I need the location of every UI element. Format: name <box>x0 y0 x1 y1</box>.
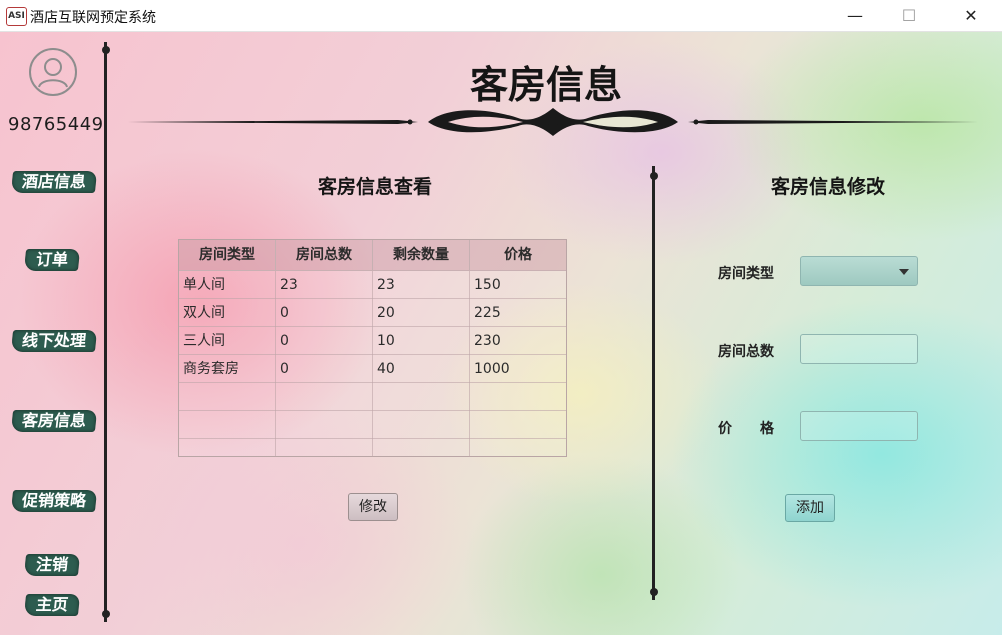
empty-cell <box>276 383 373 411</box>
column-header-room-total[interactable]: 房间总数 <box>276 240 373 270</box>
title-ornament <box>128 108 978 136</box>
column-header-price[interactable]: 价格 <box>470 240 566 270</box>
empty-cell <box>373 411 470 439</box>
room-total-label: 房间总数 <box>718 344 774 360</box>
column-header-remaining[interactable]: 剩余数量 <box>373 240 470 270</box>
table-header: 房间类型 房间总数 剩余数量 价格 <box>179 240 566 271</box>
table-row[interactable]: 单人间 23 23 150 <box>179 271 566 299</box>
empty-cell <box>179 411 276 439</box>
cell-remaining: 20 <box>373 299 470 327</box>
cell-remaining: 23 <box>373 271 470 299</box>
cell-price: 225 <box>474 305 501 321</box>
cell-room-type: 商务套房 <box>179 355 276 383</box>
chevron-down-icon <box>899 269 909 275</box>
nav-promotions[interactable]: 促销策略 <box>10 490 98 512</box>
add-button[interactable]: 添加 <box>785 494 835 522</box>
nav-orders[interactable]: 订单 <box>23 249 81 271</box>
sidebar-divider <box>104 42 107 622</box>
price-input[interactable] <box>800 411 918 441</box>
divider-ornament-dot <box>650 172 658 180</box>
cell-remaining: 10 <box>373 327 470 355</box>
divider-ornament-dot <box>650 588 658 596</box>
empty-cell <box>179 383 276 411</box>
table-row[interactable]: 双人间 0 20 225 <box>179 299 566 327</box>
user-avatar-icon <box>29 48 77 96</box>
room-total-input[interactable] <box>800 334 918 364</box>
cell-room-type: 三人间 <box>179 327 276 355</box>
table-row[interactable]: 商务套房 0 40 1000 <box>179 355 566 383</box>
window-title: 酒店互联网预定系统 <box>30 10 156 26</box>
edit-panel-title: 客房信息修改 <box>771 176 886 198</box>
cell-room-total: 0 <box>276 327 373 355</box>
room-info-table: 房间类型 房间总数 剩余数量 价格 单人间 23 23 150 双人间 0 20… <box>178 239 567 457</box>
app-icon: ASI <box>6 7 27 26</box>
table-row[interactable]: 三人间 0 10 230 <box>179 327 566 355</box>
empty-cell <box>373 439 470 457</box>
empty-cell <box>373 383 470 411</box>
user-id: 98765449 <box>8 114 104 135</box>
window-title-bar: ASI 酒店互联网预定系统 — ☐ ✕ <box>0 0 1002 32</box>
panel-divider <box>652 166 655 600</box>
cell-room-type: 双人间 <box>179 299 276 327</box>
cell-room-type: 单人间 <box>179 271 276 299</box>
empty-cell <box>179 439 276 457</box>
cell-price: 150 <box>474 277 501 293</box>
nav-hotel-info[interactable]: 酒店信息 <box>10 171 98 193</box>
view-panel-title: 客房信息查看 <box>318 176 433 198</box>
page-title: 客房信息 <box>470 62 623 107</box>
divider-ornament-dot <box>102 46 110 54</box>
minimize-button[interactable]: — <box>832 0 878 32</box>
maximize-button[interactable]: ☐ <box>886 0 932 32</box>
table-row-empty <box>179 411 566 439</box>
column-header-room-type[interactable]: 房间类型 <box>179 240 276 270</box>
table-row-empty <box>179 439 566 457</box>
table-row-empty <box>179 383 566 411</box>
room-type-label: 房间类型 <box>718 266 774 282</box>
nav-home[interactable]: 主页 <box>23 594 81 616</box>
empty-cell <box>276 439 373 457</box>
close-button[interactable]: ✕ <box>948 0 994 32</box>
empty-cell <box>276 411 373 439</box>
cell-price: 230 <box>474 333 501 349</box>
price-label: 价 格 <box>718 421 774 437</box>
nav-offline-processing[interactable]: 线下处理 <box>10 330 98 352</box>
nav-logout[interactable]: 注销 <box>23 554 81 576</box>
room-type-select[interactable] <box>800 256 918 286</box>
main-content: 98765449 酒店信息 订单 线下处理 客房信息 促销策略 注销 主页 客房… <box>0 32 1002 635</box>
cell-remaining: 40 <box>373 355 470 383</box>
nav-room-info[interactable]: 客房信息 <box>10 410 98 432</box>
divider-ornament-dot <box>102 610 110 618</box>
cell-price: 1000 <box>474 361 510 377</box>
modify-button[interactable]: 修改 <box>348 493 398 521</box>
cell-room-total: 0 <box>276 355 373 383</box>
cell-room-total: 0 <box>276 299 373 327</box>
cell-room-total: 23 <box>276 271 373 299</box>
